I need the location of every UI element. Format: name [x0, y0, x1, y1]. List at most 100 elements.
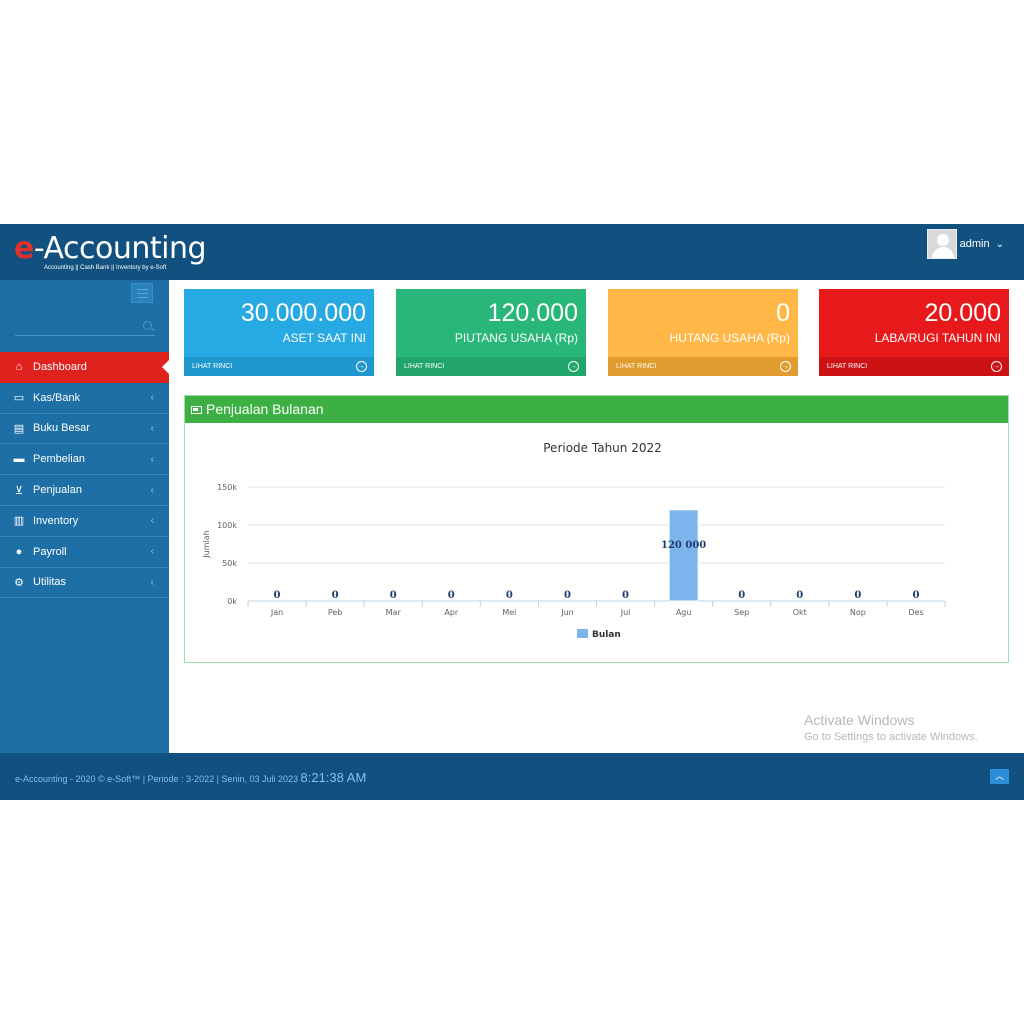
x-tick-label: Okt: [793, 608, 807, 617]
x-tick-label: Des: [908, 608, 923, 617]
sidebar-menu: ⌂ Dashboard ▭ Kas/Bank ‹ ▤ Buku Besar ‹ …: [0, 352, 169, 599]
tile-value: 30.000.000: [240, 299, 366, 327]
logo-text: e-Accounting: [14, 231, 207, 266]
tile-details-link[interactable]: LIHAT RINCI →: [608, 357, 798, 376]
menu-toggle-button[interactable]: [131, 283, 153, 303]
main-content: 30.000.000 ASET SAAT INI LIHAT RINCI → 12…: [169, 280, 1024, 753]
x-tick-label: Apr: [444, 608, 459, 617]
chevron-left-icon: ‹: [150, 392, 154, 404]
legend-label: Bulan: [592, 630, 621, 640]
money-icon: ▭: [13, 392, 25, 405]
x-tick-label: Jun: [560, 608, 574, 617]
y-tick-label: 0k: [227, 597, 237, 606]
bar: [668, 509, 699, 602]
stat-tile-piutang: 120.000 PIUTANG USAHA (Rp) LIHAT RINCI →: [396, 289, 586, 376]
watermark-title: Activate Windows: [804, 712, 915, 728]
arrow-circle-right-icon: →: [568, 361, 579, 372]
tile-label: PIUTANG USAHA (Rp): [454, 331, 578, 345]
logo-e: e: [14, 231, 34, 266]
chart-container: Periode Tahun 2022 0k 50k 100k 150k Jumlah Jan…: [185, 424, 1008, 662]
footer-text: e-Accounting - 2020 © e-Soft™ | Periode …: [15, 770, 366, 785]
watermark-subtitle: Go to Settings to activate Windows.: [804, 731, 978, 743]
y-tick-label: 50k: [222, 559, 237, 568]
app-logo[interactable]: e-Accounting Accounting || Cash Bank || …: [14, 231, 207, 272]
sidebar-item-label: Kas/Bank: [33, 391, 81, 404]
tile-link-label: LIHAT RINCI: [192, 363, 233, 370]
footer: e-Accounting - 2020 © e-Soft™ | Periode …: [0, 753, 1024, 800]
sidebar-item-dashboard[interactable]: ⌂ Dashboard: [0, 352, 169, 383]
chevron-up-icon: ︿: [994, 771, 1004, 781]
stat-tile-hutang: 0 HUTANG USAHA (Rp) LIHAT RINCI →: [608, 289, 798, 376]
chart-title: Periode Tahun 2022: [543, 441, 661, 455]
top-navbar: e-Accounting Accounting || Cash Bank || …: [0, 224, 1024, 280]
tile-value: 0: [776, 299, 790, 327]
sidebar-item-label: Inventory: [33, 514, 79, 527]
chevron-left-icon: ‹: [150, 484, 154, 496]
y-tick-label: 100k: [217, 521, 237, 530]
data-label: 0: [738, 590, 745, 601]
tile-label: HUTANG USAHA (Rp): [669, 331, 790, 345]
tile-link-label: LIHAT RINCI: [616, 363, 657, 370]
user-menu[interactable]: admin ⌄: [926, 229, 1004, 259]
windows-activation-watermark: Activate Windows Go to Settings to activ…: [804, 712, 978, 743]
logo-subtitle: Accounting || Cash Bank || Inventory by …: [44, 265, 167, 271]
chevron-left-icon: ‹: [150, 515, 154, 527]
sidebar-item-label: Pembelian: [33, 453, 85, 466]
x-tick-label: Agu: [676, 608, 692, 617]
panel-header: Penjualan Bulanan: [185, 396, 1008, 423]
book-icon: ▤: [13, 422, 25, 435]
chevron-left-icon: ‹: [150, 422, 154, 434]
sidebar-item-buku-besar[interactable]: ▤ Buku Besar ‹: [0, 414, 169, 445]
sidebar-item-pembelian[interactable]: ▬ Pembelian ‹: [0, 444, 169, 476]
data-label: 0: [332, 590, 339, 601]
tile-link-label: LIHAT RINCI: [827, 363, 868, 370]
data-label: 0: [506, 590, 513, 601]
tile-value: 20.000: [924, 299, 1001, 327]
truck-icon: ▬: [13, 453, 25, 466]
sidebar-item-label: Utilitas: [33, 576, 67, 589]
chevron-down-icon: ⌄: [995, 238, 1004, 250]
scroll-to-top-button[interactable]: ︿: [990, 769, 1009, 784]
tile-details-link[interactable]: LIHAT RINCI →: [184, 357, 374, 376]
sidebar-item-label: Dashboard: [33, 360, 87, 373]
arrow-circle-right-icon: →: [356, 361, 367, 372]
footer-clock: 8:21:38 AM: [300, 770, 367, 785]
sidebar-search-input[interactable]: [15, 318, 155, 336]
tile-details-link[interactable]: LIHAT RINCI →: [819, 357, 1009, 376]
arrow-circle-right-icon: →: [991, 361, 1002, 372]
x-tick-label: Jan: [270, 608, 283, 617]
user-name: admin: [959, 238, 990, 250]
x-tick-label: Mar: [386, 608, 402, 617]
data-label: 0: [854, 590, 861, 601]
legend-swatch: [577, 629, 588, 638]
tile-link-label: LIHAT RINCI: [404, 363, 445, 370]
sidebar-item-label: Buku Besar: [33, 422, 90, 435]
stat-tile-aset: 30.000.000 ASET SAAT INI LIHAT RINCI →: [184, 289, 374, 376]
x-tick-label: Jul: [620, 608, 631, 617]
app-window: e-Accounting Accounting || Cash Bank || …: [0, 224, 1024, 800]
data-label: 0: [912, 590, 919, 601]
sidebar-item-payroll[interactable]: ● Payroll ‹: [0, 537, 169, 568]
stat-tile-laba-rugi: 20.000 LABA/RUGI TAHUN INI LIHAT RINCI →: [819, 289, 1009, 376]
y-tick-label: 150k: [217, 483, 237, 492]
chevron-left-icon: ‹: [150, 576, 154, 588]
panel-title: Penjualan Bulanan: [206, 401, 324, 417]
x-tick-label: Sep: [734, 608, 749, 617]
sidebar-item-inventory[interactable]: ▥ Inventory ‹: [0, 506, 169, 537]
sidebar-item-utilitas[interactable]: ⚙ Utilitas ‹: [0, 568, 169, 599]
sidebar-item-kas-bank[interactable]: ▭ Kas/Bank ‹: [0, 383, 169, 414]
sidebar-item-penjualan[interactable]: ⊻ Penjualan ‹: [0, 475, 169, 506]
x-tick-label: Peb: [328, 608, 343, 617]
tile-label: ASET SAAT INI: [282, 331, 366, 345]
tile-details-link[interactable]: LIHAT RINCI →: [396, 357, 586, 376]
home-icon: ⌂: [15, 360, 23, 373]
data-label: 0: [622, 590, 629, 601]
sidebar-item-label: Penjualan: [33, 484, 82, 497]
search-icon[interactable]: [143, 321, 152, 330]
chevron-left-icon: ‹: [150, 546, 154, 558]
data-label: 0: [274, 590, 281, 601]
arrow-circle-right-icon: →: [780, 361, 791, 372]
tile-label: LABA/RUGI TAHUN INI: [874, 331, 1001, 345]
chevron-left-icon: ‹: [150, 453, 154, 465]
bar-chart: Periode Tahun 2022 0k 50k 100k 150k Jumlah Jan…: [202, 441, 946, 640]
